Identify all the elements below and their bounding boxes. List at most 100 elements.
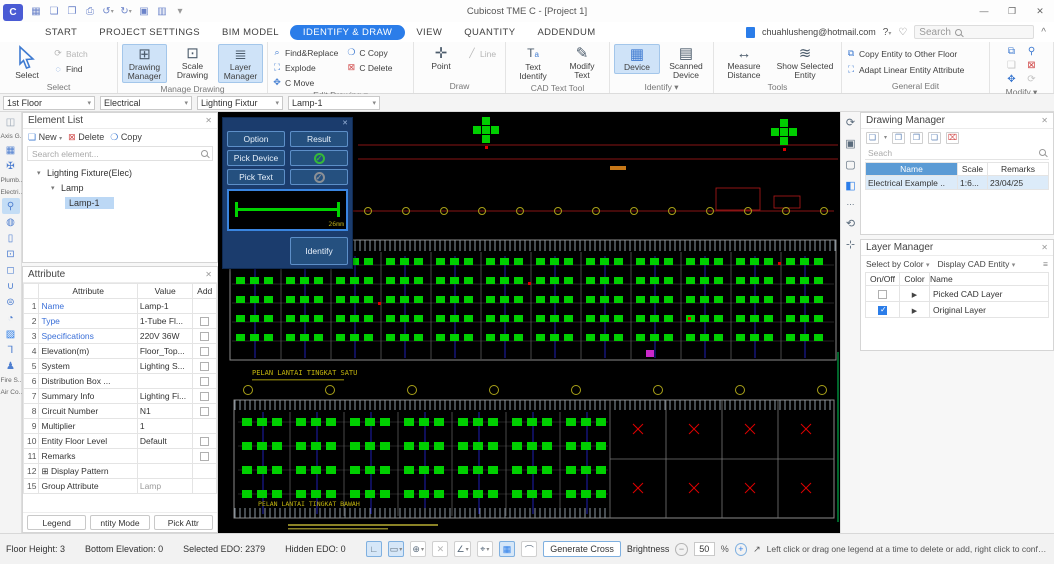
point-button[interactable]: ✛ Point [418,44,464,72]
lighting-fixture-icon[interactable]: ⚲ [2,198,20,214]
brightness-plus-button[interactable]: + [735,543,747,556]
add-checkbox[interactable] [200,347,209,356]
element-search-input[interactable]: Search element... [27,146,213,161]
more-button[interactable]: ▾ [172,3,188,19]
import-drawing-button[interactable]: ❐ [892,132,905,144]
tray-icon[interactable]: ∪ [2,278,20,294]
fan-icon[interactable]: ⊜ [2,294,20,310]
attribute-row[interactable]: 3Specifications220V 36W [24,329,217,344]
osnap-toggle[interactable]: ⊕▾ [410,541,426,557]
layer-row[interactable]: ▶Original Layer [866,302,1049,318]
copy-entity-other-floor-button[interactable]: ⧉Copy Entity to Other Floor [846,47,957,60]
layer-color-swatch[interactable]: ▶ [912,292,917,299]
add-checkbox[interactable] [200,392,209,401]
socket-icon[interactable]: ◍ [2,214,20,230]
scanned-device-button[interactable]: ▤ Scanned Device [663,44,709,81]
table-icon[interactable]: ▥ [154,3,170,19]
generate-cross-button[interactable]: Generate Cross [543,541,621,557]
pick-text-button[interactable]: Pick Text [227,169,285,185]
wiring-icon[interactable]: ♟ [2,358,20,374]
tree-node-lamp-1[interactable]: Lamp-1 [37,195,217,210]
open-file-icon[interactable]: ❐ [64,3,80,19]
add-checkbox[interactable] [200,437,209,446]
modify-mirror-icon[interactable]: ⚲ [1028,46,1035,57]
modify-copy-icon[interactable]: ⧉ [1008,46,1015,57]
workspace-icon[interactable]: ▦ [28,3,44,19]
attribute-close-icon[interactable]: ✕ [205,270,212,279]
drawing-manager-button[interactable]: ⊞ Drawing Manager [122,44,167,83]
c-copy-button[interactable]: ❍C Copy [346,46,392,59]
export-drawing-button[interactable]: ❏ [928,132,941,144]
select-by-color-dropdown[interactable]: Select by Color ▾ [866,259,930,269]
element-select[interactable]: Lamp-1▾ [288,96,380,110]
drawing-row[interactable]: Electrical Example ..1:6...23/04/25 [866,176,1049,190]
modify-rotate-icon[interactable]: ⟳ [1027,74,1035,85]
section-electrical[interactable]: Electri... [0,186,22,198]
adapt-linear-entity-button[interactable]: ⛶Adapt Linear Entity Attribute [846,63,964,76]
fillet-toggle[interactable]: ⌒ [521,541,537,557]
attribute-row[interactable]: 4Elevation(m)Floor_Top... [24,344,217,359]
save-icon[interactable]: ⎙ [82,3,98,19]
dialog-close-icon[interactable]: ✕ [342,121,348,128]
orbit-icon[interactable]: ⟳ [846,116,855,129]
add-checkbox[interactable] [200,332,209,341]
device-button[interactable]: ▦ Device [614,44,660,74]
attribute-row[interactable]: 10Entity Floor LevelDefault [24,434,217,449]
help-menu[interactable]: ?▾ [883,27,892,38]
maximize-button[interactable]: ❐ [998,2,1026,20]
collapse-ribbon-icon[interactable]: ^ [1041,27,1046,38]
conduit-icon[interactable]: Ꞁ [2,342,20,358]
account-email[interactable]: chuahlusheng@hotmail.com [762,27,876,37]
layer-visibility-checkbox[interactable] [878,290,887,299]
modify-text-button[interactable]: ✎ Modify Text [559,44,605,81]
tab-addendum[interactable]: ADDENDUM [526,25,606,40]
modify-paste-icon[interactable]: ❏ [1007,60,1016,71]
find-replace-button[interactable]: ⌕Find&Replace [272,46,338,59]
modify-delete-icon[interactable]: ⊠ [1027,60,1035,71]
attribute-row[interactable]: 5SystemLighting S... [24,359,217,374]
attribute-row[interactable]: 11Remarks [24,449,217,464]
layer-manager-button[interactable]: ≣ Layer Manager [218,44,263,83]
drawing-manager-close-icon[interactable]: ✕ [1041,116,1048,125]
minimize-button[interactable]: — [970,2,998,20]
tree-node-lamp[interactable]: ▾Lamp [37,180,217,195]
attribute-row[interactable]: 12⊞ Display Pattern [24,464,217,479]
attribute-row[interactable]: 9Multiplier1 [24,419,217,434]
pick-attr-button[interactable]: Pick Attr [154,515,213,530]
notification-icon[interactable]: ♡ [898,27,907,38]
locate-drawing-button[interactable]: ❒ [910,132,923,144]
panel-toggle-icon[interactable]: ◫ [2,114,20,130]
add-checkbox[interactable] [200,452,209,461]
explode-button[interactable]: ⛶Explode [272,61,338,74]
batch-button[interactable]: ⟳Batch [53,47,88,60]
show-selected-entity-button[interactable]: ≋ Show Selected Entity [773,44,837,81]
equipment-icon[interactable]: ◻ [2,262,20,278]
add-checkbox[interactable] [200,362,209,371]
find-button[interactable]: ◌Find [53,62,88,75]
copy-element-button[interactable]: ❍ Copy [110,132,142,143]
modify-move-icon[interactable]: ✥ [1007,74,1015,85]
redo-button[interactable]: ↻▾ [118,3,134,19]
attribute-row[interactable]: 1NameLamp-1 [24,299,217,314]
attribute-row[interactable]: 6Distribution Box ... [24,374,217,389]
line-button[interactable]: ╱Line [467,47,496,60]
pick-device-button[interactable]: Pick Device [227,150,285,166]
new-element-button[interactable]: ❏ New ▾ [28,132,62,143]
add-checkbox[interactable] [200,407,209,416]
delete-element-button[interactable]: ⊠ Delete [68,132,104,143]
attribute-row[interactable]: 2Type1-Tube Fl... [24,314,217,329]
legend-preview[interactable]: 26mm [227,189,348,231]
more-views-icon[interactable]: ⋯ [847,200,855,209]
attribute-row[interactable]: 8Circuit NumberN1 [24,404,217,419]
angle-snap-toggle[interactable]: ∠▾ [454,541,470,557]
scale-drawing-button[interactable]: ⊡ Scale Drawing [170,44,215,81]
section-fire[interactable]: Fire S... [0,374,22,386]
box-view-icon[interactable]: ▢ [845,158,855,171]
global-search-input[interactable]: Search [914,25,1034,39]
tab-bim-model[interactable]: BIM MODEL [211,25,290,40]
identify-button[interactable]: Identify [290,237,348,265]
grid-toggle[interactable]: ▦ [499,541,515,557]
add-drawing-button[interactable]: ❏ [866,132,879,144]
attribute-row[interactable]: 7Summary InfoLighting Fi... [24,389,217,404]
distribution-box-icon[interactable]: ▯ [2,230,20,246]
